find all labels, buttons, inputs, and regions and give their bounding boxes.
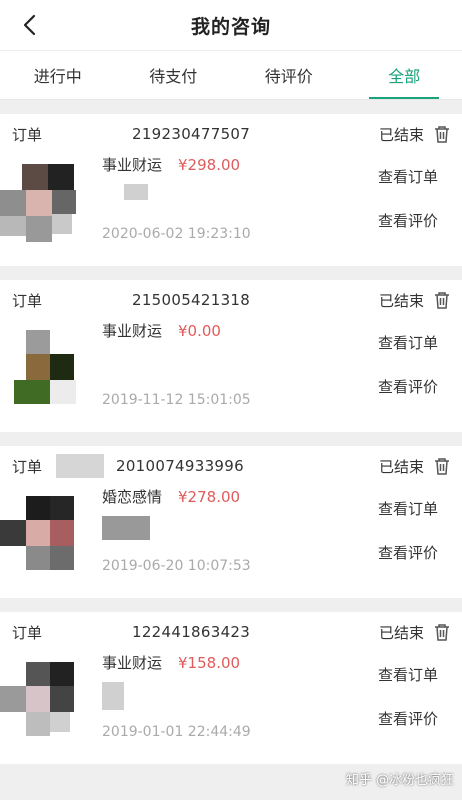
avatar [0, 164, 78, 244]
tab-pending-review[interactable]: 待评价 [231, 51, 347, 99]
category: 事业财运 [102, 322, 163, 340]
order-label: 订单 [12, 457, 43, 476]
redaction-mask [102, 682, 124, 710]
redaction-mask [102, 516, 150, 540]
status-text: 已结束 [378, 125, 424, 144]
delete-button[interactable] [432, 622, 452, 642]
status-text: 已结束 [378, 457, 424, 476]
order-number: 122441863423 [132, 623, 251, 641]
view-order-button[interactable]: 查看订单 [376, 486, 438, 530]
delete-button[interactable] [432, 124, 452, 144]
tab-in-progress[interactable]: 进行中 [0, 51, 116, 99]
order-date: 2019-01-01 22:44:49 [102, 724, 251, 740]
chevron-left-icon [23, 14, 36, 36]
avatar [0, 330, 78, 410]
order-actions: 查看订单 查看评价 [376, 154, 438, 242]
order-number-mask [52, 127, 132, 141]
view-review-button[interactable]: 查看评价 [376, 198, 438, 242]
trash-icon [435, 458, 449, 475]
view-order-button[interactable]: 查看订单 [376, 652, 438, 696]
avatar [0, 662, 78, 742]
view-review-button[interactable]: 查看评价 [376, 530, 438, 574]
category: 事业财运 [102, 654, 163, 672]
order-actions: 查看订单 查看评价 [376, 486, 438, 574]
status-text: 已结束 [378, 623, 424, 642]
trash-icon [435, 126, 449, 143]
tab-pending-payment[interactable]: 待支付 [116, 51, 232, 99]
order-status: 已结束 [379, 456, 452, 477]
order-label: 订单 [12, 125, 43, 144]
trash-icon [435, 624, 449, 641]
order-header: 订单 122441863423 已结束 [12, 612, 452, 652]
order-label: 订单 [12, 291, 43, 310]
back-button[interactable] [14, 9, 44, 41]
order-info: 婚恋感情 ¥278.00 2019-06-20 10:07:53 [102, 486, 302, 574]
redaction-mask [124, 184, 148, 200]
order-card: 订单 215005421318 已结束 事业财运 ¥0.00 2019-11-1… [0, 280, 462, 432]
header-bar: 我的咨询 [0, 0, 462, 50]
tab-all[interactable]: 全部 [347, 51, 462, 99]
order-number: 219230477507 [132, 125, 251, 143]
order-info: 事业财运 ¥0.00 2019-11-12 15:01:05 [102, 320, 302, 408]
order-number-mask [56, 454, 104, 478]
order-list: 订单 219230477507 已结束 事业财运 ¥298.00 2020-06… [0, 100, 462, 764]
order-card: 订单 122441863423 已结束 事业财运 ¥158.00 2019-01… [0, 612, 462, 764]
order-number: 215005421318 [132, 291, 251, 309]
order-number: 2010074933996 [116, 457, 244, 475]
order-date: 2020-06-02 19:23:10 [102, 226, 251, 242]
price: ¥278.00 [178, 488, 241, 506]
category: 事业财运 [102, 156, 163, 174]
order-header: 订单 2010074933996 已结束 [12, 446, 452, 486]
order-status: 已结束 [379, 290, 452, 311]
order-actions: 查看订单 查看评价 [376, 320, 438, 408]
order-status: 已结束 [379, 622, 452, 643]
avatar [0, 496, 78, 576]
price: ¥158.00 [178, 654, 241, 672]
view-order-button[interactable]: 查看订单 [376, 320, 438, 364]
view-review-button[interactable]: 查看评价 [376, 364, 438, 408]
delete-button[interactable] [432, 456, 452, 476]
view-order-button[interactable]: 查看订单 [376, 154, 438, 198]
trash-icon [435, 292, 449, 309]
order-card: 订单 219230477507 已结束 事业财运 ¥298.00 2020-06… [0, 114, 462, 266]
order-actions: 查看订单 查看评价 [376, 652, 438, 740]
order-date: 2019-06-20 10:07:53 [102, 558, 251, 574]
watermark: 知乎 @冰粉也疯狂 [346, 769, 454, 788]
order-header: 订单 219230477507 已结束 [12, 114, 452, 154]
order-status: 已结束 [379, 124, 452, 145]
order-card: 订单 2010074933996 已结束 婚恋感情 ¥278.00 2019-0… [0, 446, 462, 598]
order-number-mask [52, 293, 132, 307]
order-info: 事业财运 ¥158.00 2019-01-01 22:44:49 [102, 652, 302, 740]
order-date: 2019-11-12 15:01:05 [102, 392, 251, 408]
view-review-button[interactable]: 查看评价 [376, 696, 438, 740]
order-number-mask [52, 625, 132, 639]
order-header: 订单 215005421318 已结束 [12, 280, 452, 320]
category: 婚恋感情 [102, 488, 163, 506]
order-label: 订单 [12, 623, 43, 642]
watermark-text: 知乎 @冰粉也疯狂 [345, 773, 454, 788]
price: ¥0.00 [178, 322, 221, 340]
tab-bar: 进行中 待支付 待评价 全部 [0, 50, 462, 100]
order-info: 事业财运 ¥298.00 2020-06-02 19:23:10 [102, 154, 302, 242]
price: ¥298.00 [178, 156, 241, 174]
page-title: 我的咨询 [190, 15, 271, 38]
delete-button[interactable] [432, 290, 452, 310]
status-text: 已结束 [378, 291, 424, 310]
